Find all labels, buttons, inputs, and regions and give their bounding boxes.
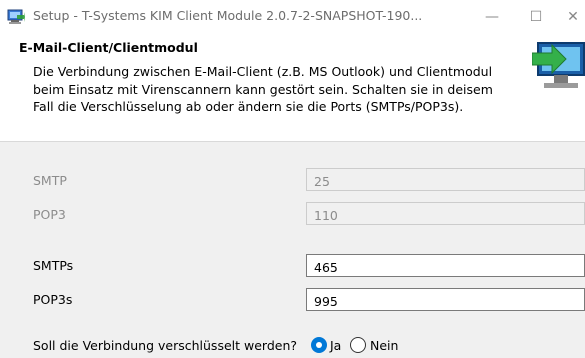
close-icon: ✕ (567, 8, 579, 25)
pop3s-port-input[interactable] (306, 288, 585, 311)
window-title: Setup - T-Systems KIM Client Module 2.0.… (33, 8, 423, 23)
setup-app-icon (7, 9, 25, 24)
radio-nein[interactable] (350, 337, 366, 353)
page-description: Die Verbindung zwischen E-Mail-Client (z… (33, 64, 493, 114)
smtps-port-input[interactable] (306, 254, 585, 277)
pop3s-label: POP3s (33, 292, 73, 307)
pop3s-row: POP3s (0, 288, 585, 318)
minimize-button[interactable]: — (470, 0, 514, 33)
title-bar: Setup - T-Systems KIM Client Module 2.0.… (0, 0, 585, 33)
wizard-header: E-Mail-Client/Clientmodul Die Verbindung… (0, 33, 585, 142)
pop3-port-input[interactable] (306, 202, 585, 225)
radio-ja[interactable] (311, 337, 327, 353)
radio-nein-label[interactable]: Nein (370, 338, 398, 353)
maximize-icon: ☐ (529, 8, 543, 25)
computer-install-arrow-icon (532, 42, 585, 88)
smtp-row: SMTP (0, 168, 585, 198)
maximize-button[interactable]: ☐ (514, 0, 558, 33)
setup-window: Setup - T-Systems KIM Client Module 2.0.… (0, 0, 585, 358)
radio-ja-label[interactable]: Ja (330, 338, 341, 353)
smtp-port-input[interactable] (306, 168, 585, 191)
smtps-label: SMTPs (33, 258, 74, 273)
pop3-row: POP3 (0, 202, 585, 232)
page-title: E-Mail-Client/Clientmodul (19, 40, 198, 55)
pop3-label: POP3 (33, 207, 66, 222)
minimize-icon: — (485, 8, 499, 25)
smtp-label: SMTP (33, 173, 67, 188)
smtps-row: SMTPs (0, 254, 585, 284)
close-button[interactable]: ✕ (558, 0, 585, 33)
encryption-question: Soll die Verbindung verschlüsselt werden… (33, 338, 298, 353)
